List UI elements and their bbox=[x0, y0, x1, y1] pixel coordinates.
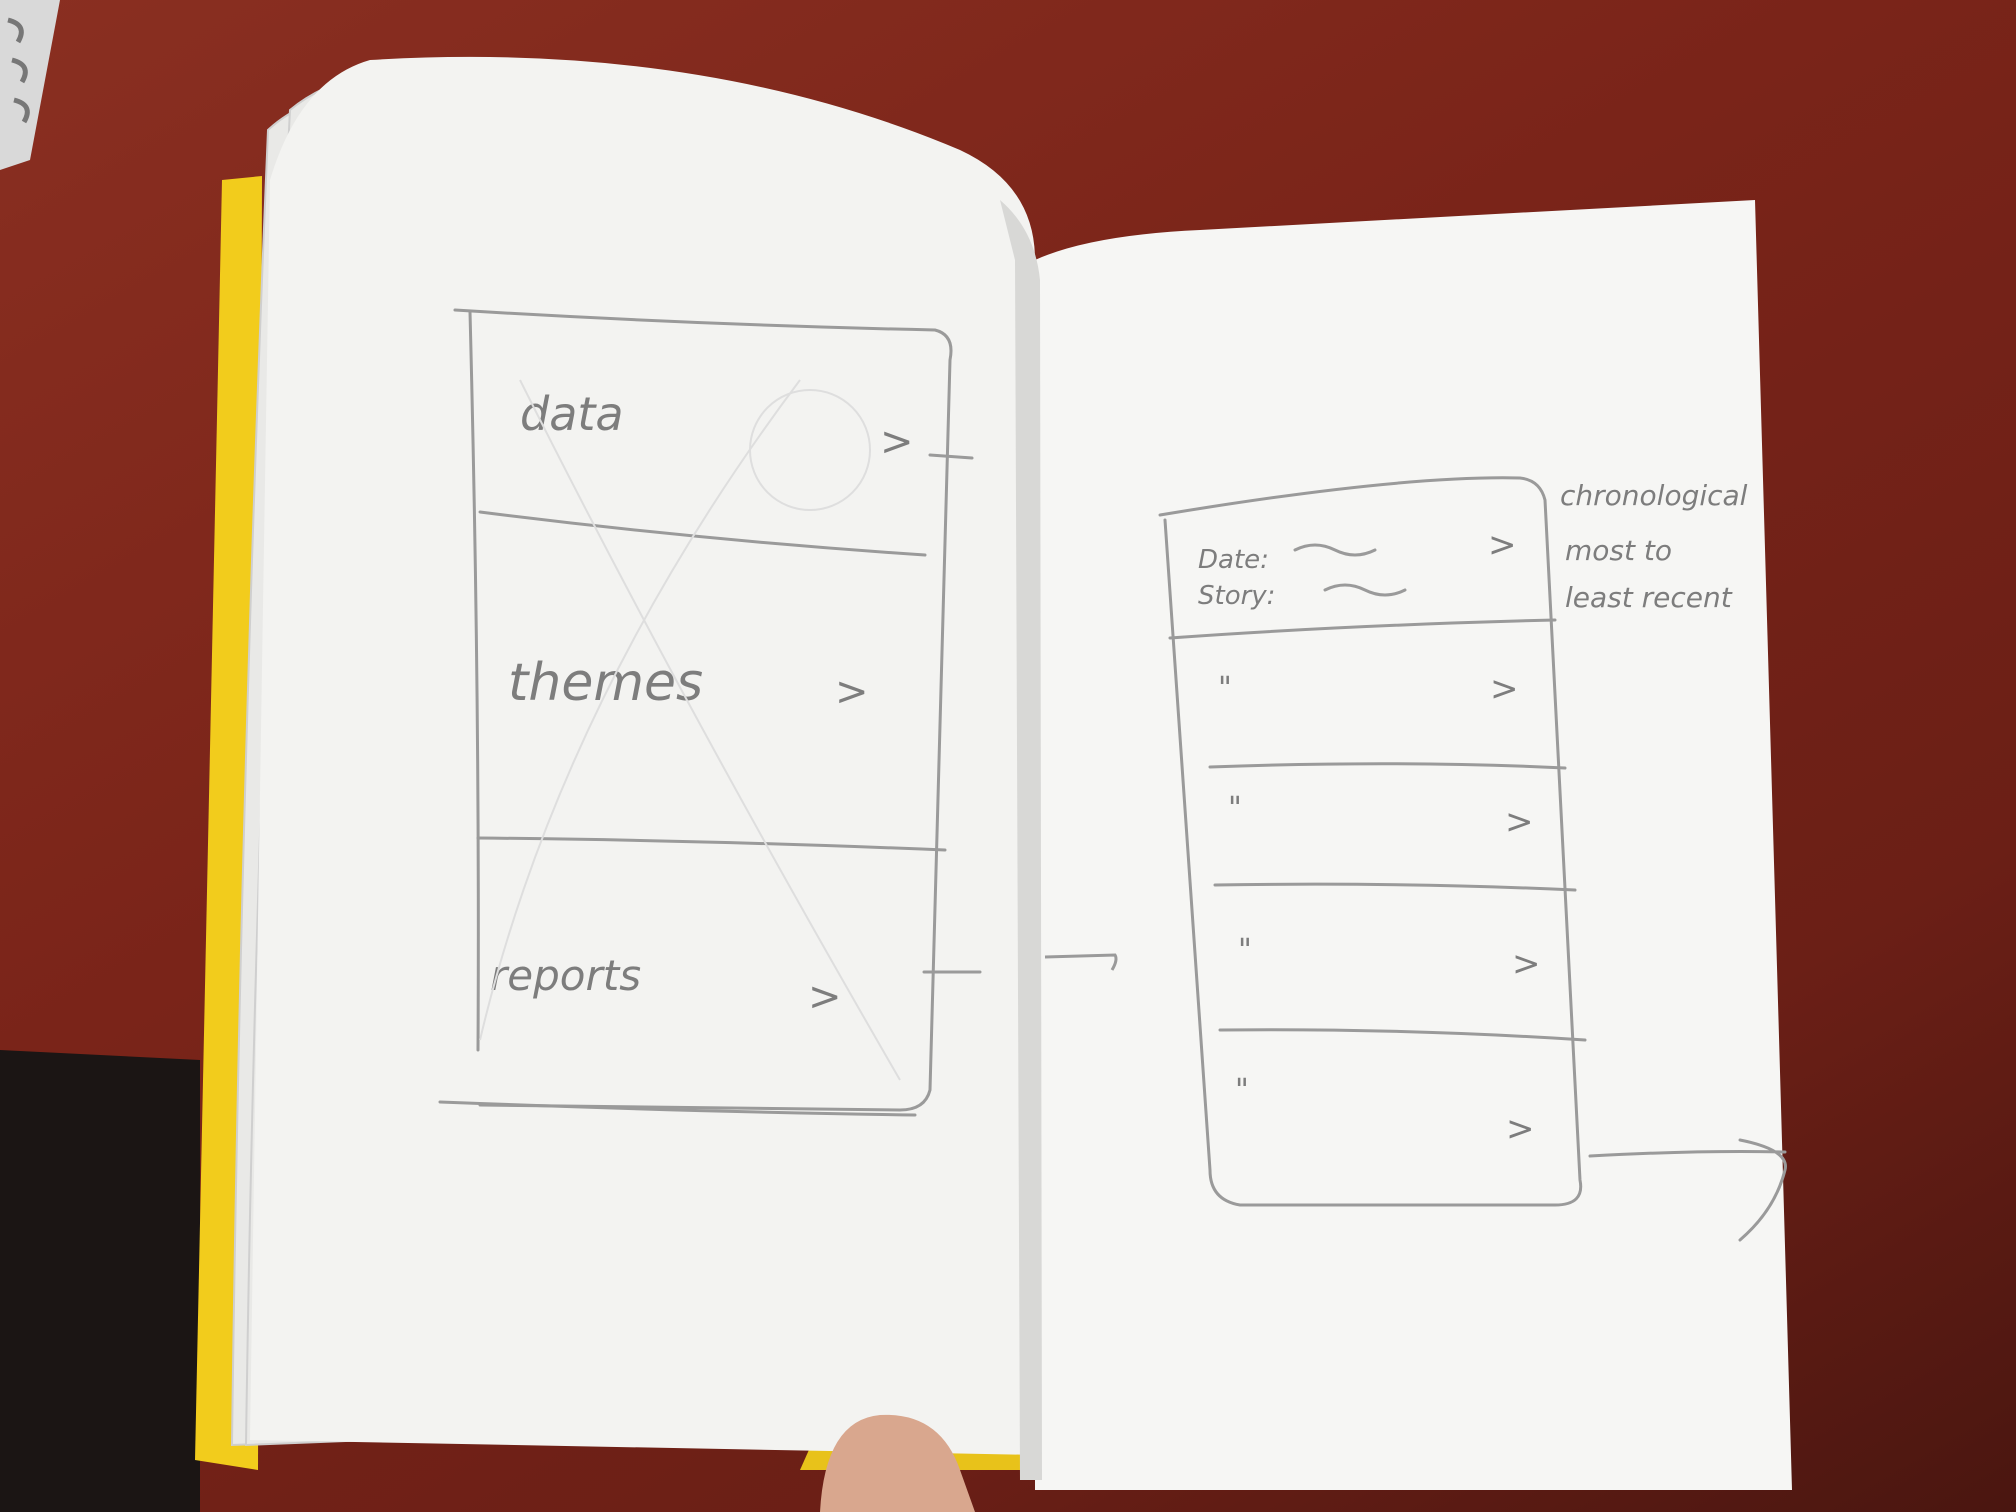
right-row4-mark: " bbox=[1238, 933, 1252, 968]
left-item-data-arrow: > bbox=[880, 419, 914, 465]
spiral-notebook-corner bbox=[0, 0, 60, 170]
desk-shadow bbox=[0, 1050, 200, 1512]
right-row3-mark: " bbox=[1228, 791, 1242, 826]
right-page bbox=[1035, 200, 1792, 1490]
left-item-reports: reports bbox=[490, 951, 641, 1000]
annotation-line2: most to bbox=[1565, 534, 1672, 567]
annotation-line1: chronological bbox=[1560, 479, 1748, 512]
right-row5-mark: " bbox=[1235, 1073, 1249, 1108]
left-item-reports-arrow: > bbox=[808, 974, 842, 1020]
right-row3-arrow: > bbox=[1505, 802, 1534, 842]
left-item-themes: themes bbox=[508, 653, 703, 713]
left-page bbox=[250, 56, 1040, 1455]
right-row2-arrow: > bbox=[1490, 669, 1519, 709]
left-item-themes-arrow: > bbox=[835, 669, 869, 715]
right-row5-arrow: > bbox=[1506, 1109, 1535, 1149]
right-row2-mark: " bbox=[1218, 671, 1232, 706]
right-row1-arrow: > bbox=[1488, 525, 1517, 565]
left-item-data: data bbox=[520, 387, 624, 441]
annotation-line3: least recent bbox=[1565, 581, 1733, 614]
notebook-photo: data > themes > reports > Date: Story: >… bbox=[0, 0, 1792, 1512]
right-row4-arrow: > bbox=[1512, 944, 1541, 984]
right-row1-story: Story: bbox=[1198, 581, 1275, 611]
right-row1-date: Date: bbox=[1198, 545, 1269, 575]
